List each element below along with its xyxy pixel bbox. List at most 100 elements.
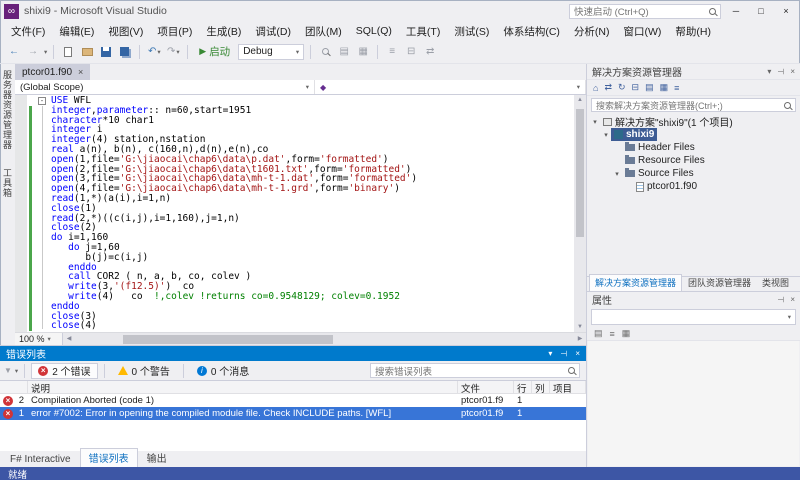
navigate-backward-button[interactable]: ← — [6, 43, 22, 61]
toolbar-icon[interactable]: ≡ — [384, 43, 400, 61]
scroll-down-icon[interactable]: ▼ — [574, 322, 586, 332]
show-all-files-icon[interactable]: ▦ — [660, 82, 669, 93]
start-debug-button[interactable]: ▶ 启动 — [194, 43, 235, 61]
menu-item[interactable]: 编辑(E) — [52, 22, 101, 41]
right-panel-tab[interactable]: 团队资源管理器 — [683, 275, 756, 291]
window-position-icon[interactable]: ▾ — [767, 67, 771, 76]
pin-icon[interactable]: ⊤ — [559, 350, 568, 357]
menu-item[interactable]: 体系结构(C) — [496, 22, 567, 41]
maximize-button[interactable]: □ — [751, 6, 771, 16]
navigate-dropdown-icon[interactable]: ▾ — [44, 48, 47, 56]
toolbar-icon[interactable]: ▤ — [336, 43, 352, 61]
save-all-button[interactable] — [117, 43, 133, 61]
code-line[interactable]: enddo — [15, 302, 574, 312]
right-panel-tab[interactable]: 类视图 — [757, 275, 794, 291]
error-row[interactable]: ×1error #7002: Error in opening the comp… — [0, 407, 586, 420]
document-tab[interactable]: ptcor01.f90 × — [15, 64, 90, 80]
bottom-panel-tab[interactable]: 输出 — [139, 449, 175, 467]
tree-item[interactable]: Resource Files — [587, 154, 800, 167]
scrollbar-thumb[interactable] — [576, 109, 584, 237]
new-file-button[interactable] — [60, 43, 76, 61]
info-filter-button[interactable]: i0 个消息 — [190, 363, 256, 379]
close-icon[interactable]: × — [575, 349, 580, 358]
vertical-scrollbar[interactable]: ▲ ▼ — [574, 95, 586, 332]
toolbar-icon[interactable] — [317, 43, 333, 61]
switch-views-icon[interactable]: ⇄ — [604, 82, 612, 93]
menu-item[interactable]: 生成(B) — [199, 22, 248, 41]
column-header[interactable]: 说明 — [28, 381, 458, 393]
undo-button[interactable]: ↶▾ — [146, 43, 162, 61]
toolbar-icon[interactable]: ⇄ — [422, 43, 438, 61]
properties-icon[interactable]: ▤ — [645, 82, 654, 93]
column-header[interactable]: 项目 — [550, 381, 586, 393]
scroll-left-icon[interactable]: ◀ — [63, 333, 75, 346]
bottom-panel-tab[interactable]: F# Interactive — [2, 453, 79, 467]
code-line[interactable]: read(1,*)(a(i),i=1,n) — [15, 194, 574, 204]
home-icon[interactable]: ⌂ — [593, 83, 598, 93]
tree-item[interactable]: ▾解决方案"shixi9"(1 个项目) — [587, 115, 800, 128]
code-pane[interactable]: -USE WFLinteger,parameter:: n=60,start=1… — [15, 95, 574, 332]
expander-icon[interactable]: ▾ — [612, 170, 622, 178]
menu-item[interactable]: 视图(V) — [101, 22, 150, 41]
menu-item[interactable]: 工具(T) — [399, 22, 447, 41]
navigate-forward-button[interactable]: → — [25, 43, 41, 61]
solution-explorer-title-bar[interactable]: 解决方案资源管理器 ▾ ⊤ × — [587, 64, 800, 79]
side-tool-tab[interactable]: 工具箱 — [0, 164, 15, 202]
refresh-icon[interactable]: ↻ — [618, 82, 626, 93]
warning-filter-button[interactable]: 0 个警告 — [111, 363, 177, 379]
code-line[interactable]: close(4) — [15, 321, 574, 331]
menu-item[interactable]: 窗口(W) — [617, 22, 669, 41]
side-tool-tab[interactable]: 服务器资源管理器 — [0, 66, 15, 154]
fold-toggle-icon[interactable]: - — [38, 97, 46, 105]
redo-button[interactable]: ↷▾ — [165, 43, 181, 61]
menu-item[interactable]: 帮助(H) — [668, 22, 718, 41]
menu-item[interactable]: 文件(F) — [4, 22, 52, 41]
tree-item[interactable]: ▾shixi9 — [587, 128, 800, 141]
error-filter-button[interactable]: ×2 个错误 — [31, 363, 97, 379]
scrollbar-thumb[interactable] — [123, 335, 333, 344]
close-icon[interactable]: × — [790, 295, 795, 304]
filter-dropdown-icon[interactable]: ▾ — [15, 367, 18, 375]
collapse-all-icon[interactable]: ⊟ — [632, 82, 640, 93]
zoom-dropdown[interactable]: 100 % ▾ — [15, 333, 63, 345]
scope-dropdown[interactable]: (Global Scope) ▾ — [15, 80, 315, 94]
error-list-title-bar[interactable]: 错误列表 ▾ ⊤ × — [0, 346, 586, 361]
scroll-up-icon[interactable]: ▲ — [574, 95, 586, 105]
window-position-icon[interactable]: ▾ — [548, 349, 552, 358]
error-list-search-input[interactable]: 搜索错误列表 — [370, 363, 580, 378]
scroll-right-icon[interactable]: ▶ — [574, 333, 586, 346]
property-pages-icon[interactable]: ▦ — [622, 328, 631, 339]
pin-icon[interactable]: ⊤ — [776, 68, 785, 75]
categorized-icon[interactable]: ▤ — [594, 328, 603, 339]
code-line[interactable]: read(2,*)((c(i,j),i=1,160),j=1,n) — [15, 214, 574, 224]
close-icon[interactable]: × — [78, 67, 83, 77]
quick-launch-input[interactable]: 快速启动 (Ctrl+Q) — [569, 4, 721, 19]
code-line[interactable]: b(j)=c(i,j) — [15, 253, 574, 263]
menu-item[interactable]: 测试(S) — [447, 22, 496, 41]
column-header[interactable]: 列 — [532, 381, 550, 393]
bottom-panel-tab[interactable]: 错误列表 — [80, 448, 138, 467]
error-row[interactable]: ×2Compilation Aborted (code 1)ptcor01.f9… — [0, 394, 586, 407]
solution-explorer-search-input[interactable]: 搜索解决方案资源管理器(Ctrl+;) — [591, 98, 796, 112]
toolbar-icon[interactable]: ▦ — [355, 43, 371, 61]
save-button[interactable] — [98, 43, 114, 61]
toolbar-icon[interactable]: ⊟ — [403, 43, 419, 61]
menu-item[interactable]: 项目(P) — [150, 22, 199, 41]
tree-item[interactable]: Header Files — [587, 141, 800, 154]
preview-selected-icon[interactable]: ≡ — [674, 83, 679, 93]
right-panel-tab[interactable]: 解决方案资源管理器 — [589, 274, 682, 291]
menu-item[interactable]: 分析(N) — [567, 22, 617, 41]
alphabetical-icon[interactable]: ≡ — [610, 329, 615, 339]
tree-item[interactable]: ▾Source Files — [587, 167, 800, 180]
open-file-button[interactable] — [79, 43, 95, 61]
column-header[interactable]: 文件 — [458, 381, 514, 393]
column-header[interactable]: 行 — [514, 381, 532, 393]
code-line[interactable]: write(4) co !,colev !returns co=0.954812… — [15, 292, 574, 302]
solution-configuration-dropdown[interactable]: Debug ▾ — [238, 44, 304, 60]
filter-icon[interactable]: ▼ — [4, 366, 12, 375]
menu-item[interactable]: 团队(M) — [298, 22, 349, 41]
close-button[interactable]: × — [776, 6, 796, 16]
tree-item[interactable]: ptcor01.f90 — [587, 180, 800, 193]
expander-icon[interactable]: ▾ — [601, 131, 611, 139]
horizontal-scrollbar[interactable]: ◀ ▶ — [63, 333, 586, 345]
